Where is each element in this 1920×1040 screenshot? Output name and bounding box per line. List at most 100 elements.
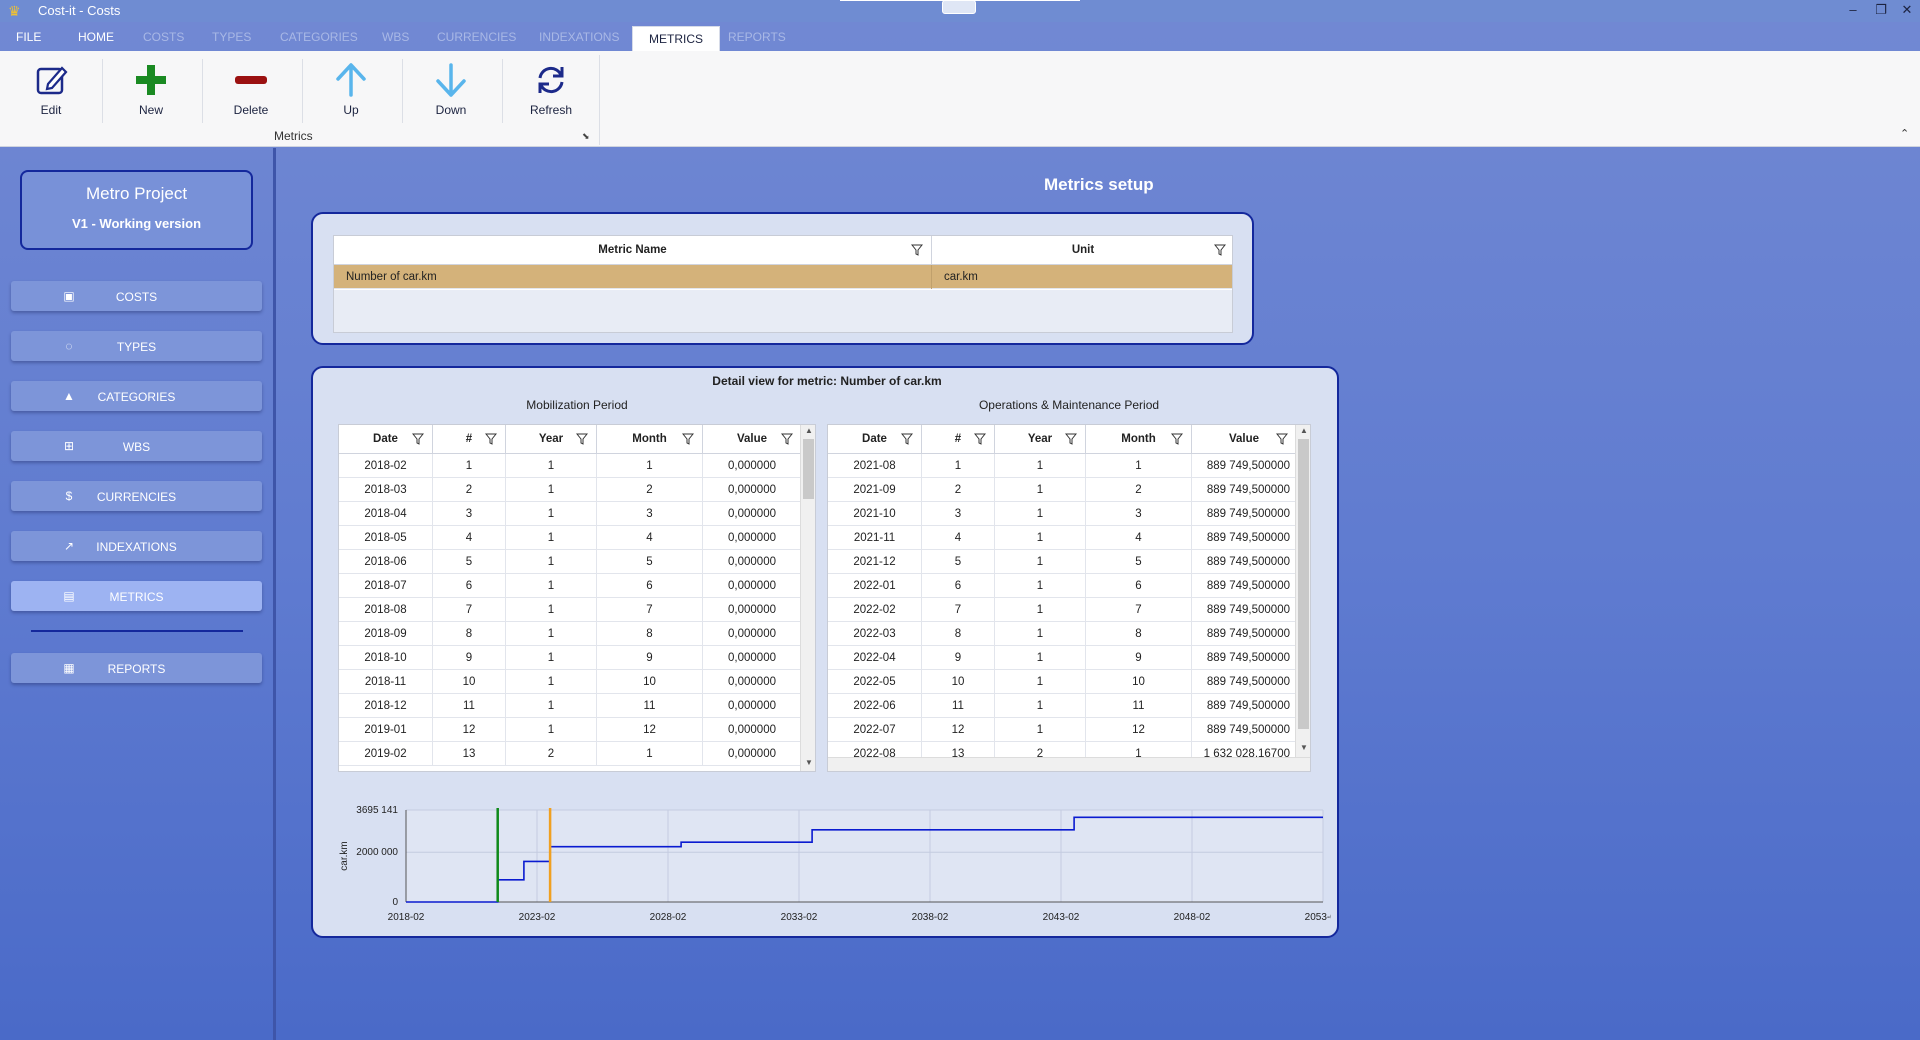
sidebar-item-currencies[interactable]: $ CURRENCIES [11,481,262,511]
number-cell: 4 [922,526,995,550]
project-card[interactable]: Metro Project V1 - Working version [20,170,253,250]
filter-icon[interactable] [781,433,793,445]
tab-reports[interactable]: REPORTS [728,30,786,44]
tab-costs[interactable]: COSTS [143,30,184,44]
column-header-value[interactable]: Value [1192,425,1296,454]
table-row[interactable]: 2021-10 3 1 3 889 749,500000 [828,502,1296,526]
table-row[interactable]: 2022-05 10 1 10 889 749,500000 [828,670,1296,694]
operations-vertical-scrollbar[interactable]: ▲ ▼ [1295,425,1310,757]
tab-currencies[interactable]: CURRENCIES [437,30,516,44]
table-row[interactable]: 2018-05 4 1 4 0,000000 [339,526,801,550]
table-row[interactable]: 2018-10 9 1 9 0,000000 [339,646,801,670]
table-row[interactable]: 2022-03 8 1 8 889 749,500000 [828,622,1296,646]
sidebar-item-metrics[interactable]: ▤ METRICS [11,581,262,611]
column-header-value[interactable]: Value [703,425,801,454]
filter-icon[interactable] [1065,433,1077,445]
scroll-down-icon[interactable]: ▼ [1296,743,1310,752]
table-row[interactable]: 2018-07 6 1 6 0,000000 [339,574,801,598]
month-cell: 12 [597,718,703,742]
quick-access-toolbar[interactable] [942,0,976,14]
column-header-year[interactable]: Year [995,425,1086,454]
column-header-number[interactable]: # [922,425,995,454]
minimize-icon[interactable]: – [1842,2,1864,17]
value-cell: 889 749,500000 [1206,460,1290,472]
project-version: V1 - Working version [71,216,202,231]
filter-icon[interactable] [412,433,424,445]
up-button[interactable]: Up [311,59,391,129]
tab-wbs[interactable]: WBS [382,30,409,44]
scroll-up-icon[interactable]: ▲ [801,426,815,435]
edit-button[interactable]: Edit [11,59,91,129]
column-header-number[interactable]: # [433,425,506,454]
filter-icon[interactable] [576,433,588,445]
table-row[interactable]: 2018-09 8 1 8 0,000000 [339,622,801,646]
down-label: Down [435,103,467,117]
table-row[interactable]: 2021-08 1 1 1 889 749,500000 [828,454,1296,478]
table-row[interactable]: 2019-02 13 2 1 0,000000 [339,742,801,766]
operations-horizontal-scrollbar[interactable] [828,757,1310,771]
sidebar-item-indexations[interactable]: ↗ INDEXATIONS [11,531,262,561]
filter-icon[interactable] [911,244,923,256]
column-header-metric-name[interactable]: Metric Name [334,236,932,265]
column-header-date[interactable]: Date [339,425,433,454]
tab-home[interactable]: HOME [78,30,114,44]
table-row[interactable]: 2022-04 9 1 9 889 749,500000 [828,646,1296,670]
filter-icon[interactable] [901,433,913,445]
table-row[interactable]: 2018-06 5 1 5 0,000000 [339,550,801,574]
table-row[interactable]: 2022-07 12 1 12 889 749,500000 [828,718,1296,742]
sidebar-item-costs[interactable]: ▣ COSTS [11,281,262,311]
scroll-up-icon[interactable]: ▲ [1296,426,1310,435]
scroll-thumb[interactable] [1298,439,1309,729]
table-row[interactable]: 2018-03 2 1 2 0,000000 [339,478,801,502]
tab-indexations[interactable]: INDEXATIONS [539,30,619,44]
restore-icon[interactable]: ❐ [1870,2,1892,18]
tab-file[interactable]: FILE [16,30,41,44]
tab-metrics[interactable]: METRICS [632,26,720,51]
column-header-year[interactable]: Year [506,425,597,454]
table-row[interactable]: 2021-11 4 1 4 889 749,500000 [828,526,1296,550]
filter-icon[interactable] [485,433,497,445]
table-row[interactable]: 2018-02 1 1 1 0,000000 [339,454,801,478]
column-header-month[interactable]: Month [597,425,703,454]
table-row[interactable]: 2022-01 6 1 6 889 749,500000 [828,574,1296,598]
month-cell: 11 [597,694,703,718]
close-icon[interactable]: ✕ [1896,2,1918,18]
scroll-thumb[interactable] [803,439,814,499]
table-row[interactable]: 2022-06 11 1 11 889 749,500000 [828,694,1296,718]
table-row[interactable]: 2018-11 10 1 10 0,000000 [339,670,801,694]
column-header-month[interactable]: Month [1086,425,1192,454]
new-button[interactable]: New [111,59,191,129]
filter-icon[interactable] [1171,433,1183,445]
sidebar-item-types[interactable]: ◌ TYPES [11,331,262,361]
table-row[interactable]: Number of car.km car.km [334,265,1232,289]
dialog-launcher-icon[interactable]: ⬊ [582,131,590,142]
column-header-date[interactable]: Date [828,425,922,454]
filter-icon[interactable] [1214,244,1226,256]
app-icon: ♛ [8,3,21,19]
date-cell: 2022-05 [828,670,922,694]
table-row[interactable]: 2021-09 2 1 2 889 749,500000 [828,478,1296,502]
filter-icon[interactable] [1276,433,1288,445]
scroll-down-icon[interactable]: ▼ [801,758,815,767]
refresh-button[interactable]: Refresh [511,59,591,129]
column-header-unit[interactable]: Unit [932,236,1232,265]
filter-icon[interactable] [974,433,986,445]
sidebar-item-reports[interactable]: ▦ REPORTS [11,653,262,683]
table-row[interactable]: 2018-12 11 1 11 0,000000 [339,694,801,718]
sidebar-item-wbs[interactable]: ⊞ WBS [11,431,262,461]
filter-icon[interactable] [682,433,694,445]
down-button[interactable]: Down [411,59,491,129]
mobilization-grid: Date # Year Month Value 2018-02 1 1 1 0,0000… [338,424,816,772]
mobilization-vertical-scrollbar[interactable]: ▲ ▼ [800,425,815,771]
collapse-ribbon-icon[interactable]: ⌃ [1900,127,1909,140]
number-cell: 10 [433,670,506,694]
sidebar-item-categories[interactable]: ▲ CATEGORIES [11,381,262,411]
delete-button[interactable]: Delete [211,59,291,129]
table-row[interactable]: 2021-12 5 1 5 889 749,500000 [828,550,1296,574]
table-row[interactable]: 2019-01 12 1 12 0,000000 [339,718,801,742]
tab-types[interactable]: TYPES [212,30,251,44]
tab-categories[interactable]: CATEGORIES [280,30,358,44]
table-row[interactable]: 2022-02 7 1 7 889 749,500000 [828,598,1296,622]
table-row[interactable]: 2018-08 7 1 7 0,000000 [339,598,801,622]
table-row[interactable]: 2018-04 3 1 3 0,000000 [339,502,801,526]
